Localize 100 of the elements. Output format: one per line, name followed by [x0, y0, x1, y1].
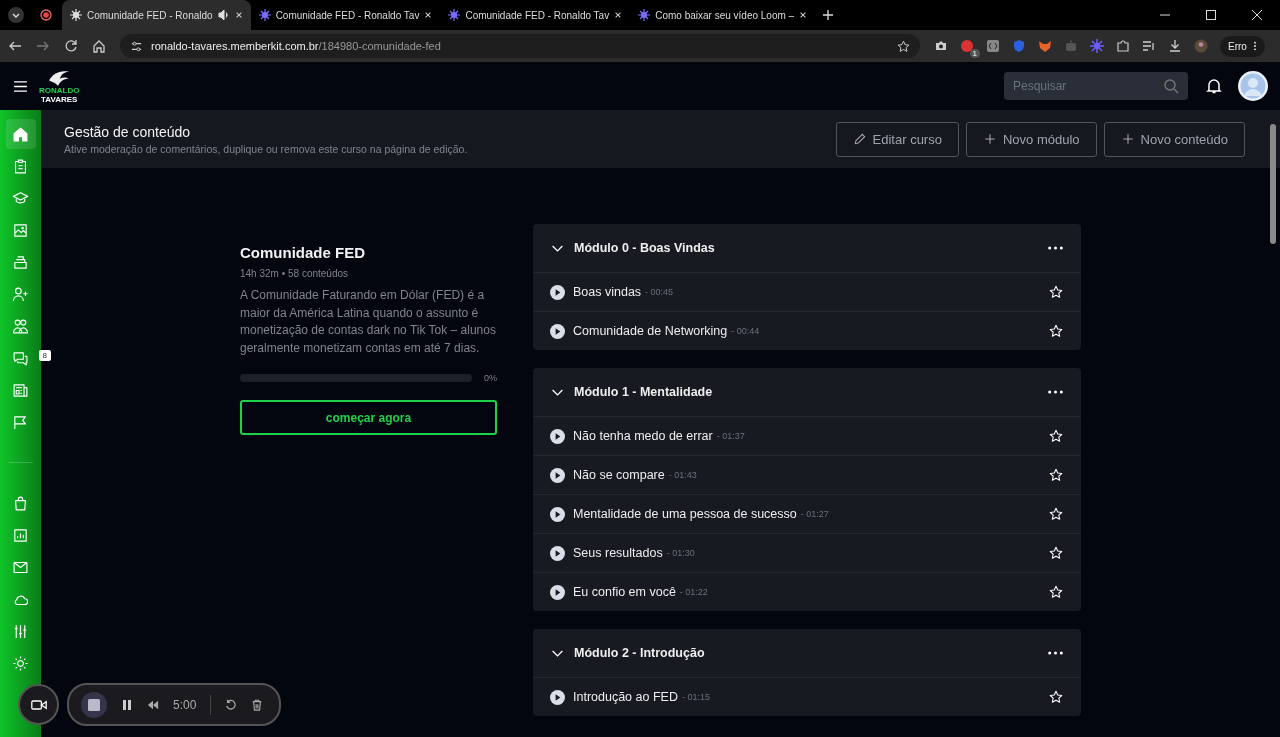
- lesson-title[interactable]: Eu confio em você: [573, 585, 676, 599]
- back-icon[interactable]: [8, 39, 22, 53]
- shield-icon[interactable]: [1012, 39, 1026, 53]
- logo-text: RONALDO: [39, 86, 80, 95]
- module-title: Módulo 1 - Mentalidade: [574, 385, 713, 399]
- chevron-down-icon[interactable]: [8, 7, 24, 23]
- play-icon[interactable]: [550, 428, 565, 444]
- lesson-title[interactable]: Mentalidade de uma pessoa de sucesso: [573, 507, 797, 521]
- lesson-duration: - 01:30: [666, 548, 695, 558]
- section-subtitle: Ative moderação de comentários, duplique ou remova este curso na página de edição.: [64, 142, 469, 155]
- lesson-title[interactable]: Não se compare: [573, 468, 665, 482]
- media-icon[interactable]: [1142, 39, 1156, 53]
- avatar-icon[interactable]: [1238, 71, 1268, 101]
- tab-title: Comunidade FED - Ronaldo Tav: [465, 9, 610, 21]
- url-path: /184980-comunidade-fed: [318, 40, 441, 52]
- stop-button[interactable]: [81, 691, 107, 718]
- trash-icon[interactable]: [251, 698, 264, 711]
- new-tab-icon[interactable]: [823, 10, 834, 20]
- play-icon[interactable]: [550, 545, 565, 561]
- browser-tab[interactable]: Comunidade FED - Ronaldo Tav: [250, 0, 441, 30]
- stop-icon: [88, 698, 100, 711]
- close-icon[interactable]: [799, 11, 808, 19]
- restart-icon[interactable]: [225, 698, 238, 711]
- lesson-title[interactable]: Boas vindas: [573, 285, 642, 299]
- play-icon[interactable]: [550, 467, 565, 483]
- sliders-icon: [12, 622, 29, 640]
- play-icon[interactable]: [550, 689, 565, 705]
- pencil-icon: [852, 132, 867, 146]
- star-icon[interactable]: [1049, 285, 1063, 299]
- fox-icon[interactable]: [1038, 39, 1052, 53]
- start-button[interactable]: começar agora: [240, 400, 497, 435]
- close-icon[interactable]: [424, 11, 433, 19]
- lesson-duration: - 01:22: [679, 587, 708, 597]
- close-icon[interactable]: [234, 11, 243, 19]
- sidebar-item[interactable]: [5, 119, 36, 149]
- scrollbar[interactable]: [1270, 124, 1276, 244]
- bookmark-star-icon[interactable]: [897, 39, 910, 53]
- favicon-icon: [70, 9, 82, 21]
- course-meta: 14h 32m • 58 conteúdos: [240, 268, 350, 279]
- extension-icon[interactable]: [960, 39, 974, 53]
- lesson-duration: - 00:45: [645, 287, 674, 297]
- outline-button[interactable]: Editar curso: [835, 121, 959, 157]
- close-icon[interactable]: [614, 11, 623, 19]
- maximize-icon[interactable]: [1206, 10, 1216, 20]
- tab-title: Comunidade FED - Ronaldo Tav: [275, 9, 420, 21]
- more-options-icon[interactable]: [1048, 246, 1063, 250]
- address-field[interactable]: ronaldo-tavares.memberkit.com.br/184980-comunidade-fed: [120, 34, 920, 58]
- browser-tab[interactable]: Como baixar seu vídeo Loom –: [630, 0, 816, 30]
- outline-button[interactable]: Novo conteúdo: [1103, 121, 1245, 157]
- play-icon[interactable]: [550, 584, 565, 600]
- star-icon[interactable]: [1049, 585, 1063, 599]
- star-icon[interactable]: [1049, 507, 1063, 521]
- camera-icon[interactable]: [934, 39, 948, 53]
- flag-icon: [12, 413, 29, 431]
- image-icon: [12, 221, 29, 239]
- forward-icon[interactable]: [36, 39, 50, 53]
- more-options-icon[interactable]: [1048, 651, 1063, 655]
- profile-avatar-icon[interactable]: [1194, 39, 1208, 53]
- site-settings-icon: [130, 39, 143, 53]
- star-icon[interactable]: [1049, 324, 1063, 338]
- play-icon[interactable]: [550, 323, 565, 339]
- lesson-title[interactable]: Seus resultados: [573, 546, 663, 560]
- more-options-icon[interactable]: [1048, 390, 1063, 394]
- home-icon: [12, 125, 29, 143]
- tab-title: Como baixar seu vídeo Loom –: [655, 9, 795, 21]
- download-icon[interactable]: [1168, 39, 1182, 53]
- home-icon[interactable]: [92, 39, 106, 53]
- graduation-cap-icon: [12, 189, 29, 207]
- browser-tab[interactable]: Comunidade FED - Ronaldo Tav: [440, 0, 631, 30]
- star-icon[interactable]: [1049, 429, 1063, 443]
- pause-icon[interactable]: [121, 698, 133, 711]
- count-badge: 8: [38, 350, 51, 361]
- star-icon[interactable]: [1049, 546, 1063, 560]
- star-icon[interactable]: [1049, 468, 1063, 482]
- notification-bell-icon[interactable]: [1206, 78, 1222, 94]
- browser-tab[interactable]: Comunidade FED - Ronaldo: [62, 0, 251, 30]
- kebab-menu-icon: [1252, 41, 1257, 51]
- play-icon[interactable]: [550, 506, 565, 522]
- rewind-icon[interactable]: [147, 698, 159, 711]
- lesson-title[interactable]: Comunidade de Networking: [573, 324, 728, 338]
- video-camera-icon: [30, 698, 47, 711]
- profile-button[interactable]: Erro: [1220, 35, 1265, 57]
- play-icon[interactable]: [550, 284, 565, 300]
- lesson-duration: - 01:37: [716, 431, 745, 441]
- favicon-icon: [258, 9, 271, 21]
- lesson-title[interactable]: Não tenha medo de errar: [573, 429, 713, 443]
- favicon-icon: [638, 9, 651, 21]
- code-icon[interactable]: [986, 39, 1000, 53]
- module-title: Módulo 0 - Boas Vindas: [574, 241, 715, 255]
- reload-icon[interactable]: [64, 39, 78, 53]
- menu-icon[interactable]: [14, 80, 27, 92]
- chat-icon: [12, 349, 29, 367]
- outline-button[interactable]: Novo módulo: [965, 121, 1097, 157]
- close-icon[interactable]: [1252, 10, 1262, 20]
- module-title: Módulo 2 - Introdução: [574, 646, 705, 660]
- search-field[interactable]: Pesquisar: [1004, 72, 1188, 100]
- course-title: Comunidade FED: [240, 244, 366, 261]
- star-icon[interactable]: [1049, 690, 1063, 704]
- lesson-title[interactable]: Introdução ao FED: [573, 690, 678, 704]
- user-plus-icon: [12, 285, 29, 303]
